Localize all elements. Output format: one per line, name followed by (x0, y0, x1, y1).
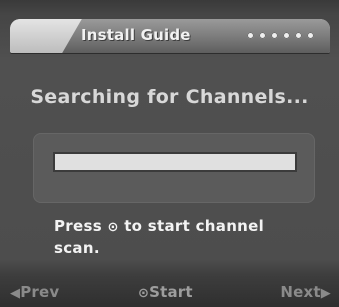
install-guide-screen: Install Guide Searching for Channels... … (0, 0, 339, 307)
step-dot (271, 32, 278, 39)
step-dot (283, 32, 290, 39)
ok-button-icon: ⊙ (107, 220, 119, 235)
progress-fill (55, 154, 295, 170)
step-dot (259, 32, 266, 39)
next-label: Next (280, 283, 321, 301)
start-button[interactable]: ⊙Start (138, 283, 193, 301)
prev-button[interactable]: ◀Prev (10, 283, 59, 301)
progress-bar (53, 152, 297, 172)
footer-bar: ◀Prev ⊙Start Next▶ (0, 276, 339, 307)
status-text: Searching for Channels... (30, 86, 309, 108)
prev-label: Prev (20, 283, 60, 301)
progress-panel (33, 133, 315, 203)
start-label: Start (149, 283, 193, 301)
step-dot (295, 32, 302, 39)
ok-button-icon: ⊙ (138, 286, 150, 301)
header-tab-accent (10, 19, 58, 53)
step-dot (307, 32, 314, 39)
page-title: Install Guide (81, 26, 191, 44)
instruction-text: Press ⊙ to start channel scan. (54, 216, 314, 258)
header-bar: Install Guide (10, 19, 330, 53)
right-triangle-icon: ▶ (320, 286, 331, 301)
instruction-prefix: Press (54, 217, 102, 235)
left-triangle-icon: ◀ (10, 286, 21, 301)
step-indicator (247, 32, 314, 39)
step-dot (247, 32, 254, 39)
next-button[interactable]: Next▶ (280, 283, 331, 301)
